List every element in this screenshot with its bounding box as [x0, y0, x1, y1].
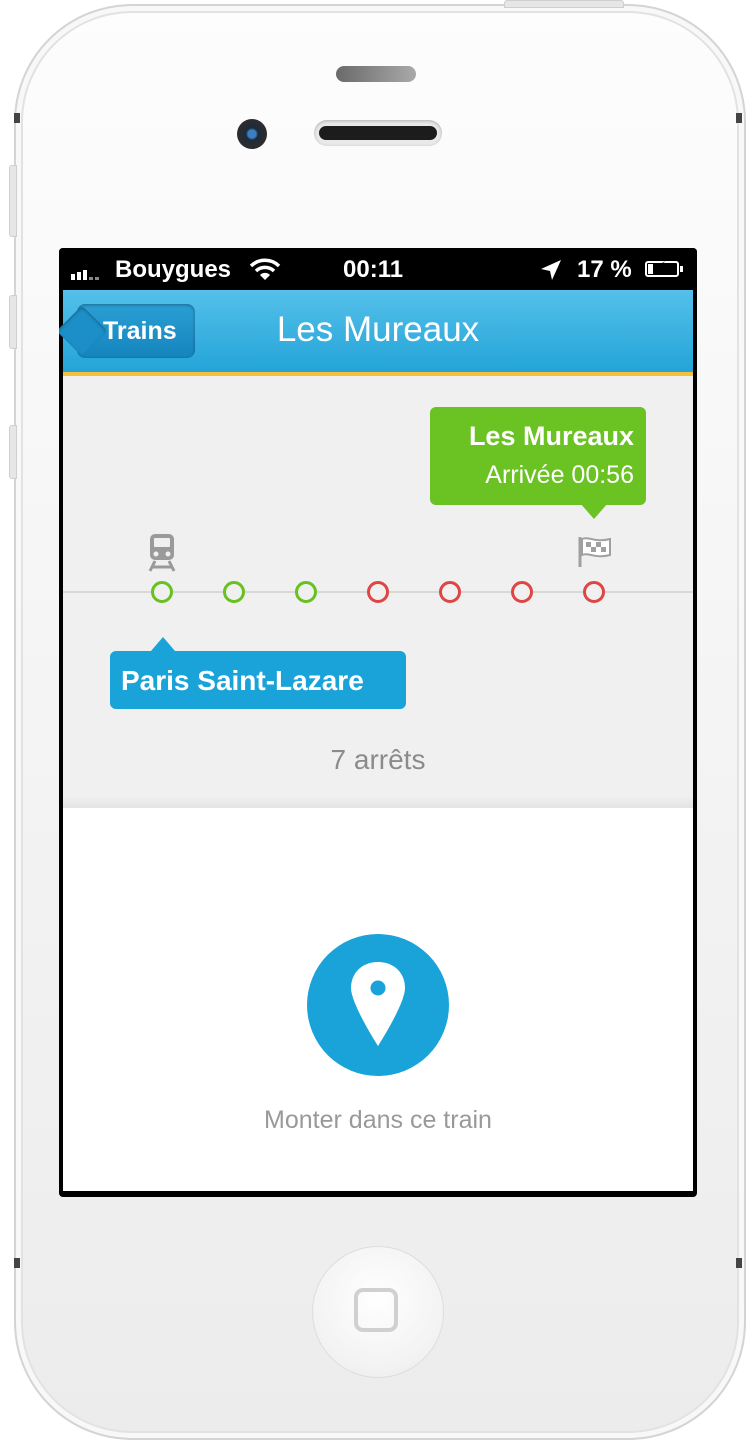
- front-camera: [237, 119, 267, 149]
- arrival-time: Arrivée 00:56: [485, 461, 634, 489]
- carrier-name: Bouygues: [115, 256, 232, 283]
- earpiece-speaker: [314, 120, 442, 146]
- power-button: [504, 0, 624, 8]
- board-train-label: Monter dans ce train: [264, 1106, 492, 1134]
- route-stop-5[interactable]: [439, 581, 461, 603]
- stops-count: 7 arrêts: [330, 744, 426, 775]
- destination-callout: Les Mureaux Arrivée 00:56: [430, 407, 646, 519]
- volume-up-button: [9, 295, 17, 349]
- finish-flag-icon: [578, 537, 611, 567]
- board-train-panel: Monter dans ce train: [63, 808, 693, 1191]
- journey-timeline: Les Mureaux Arrivée 00:56 Paris Saint-La…: [63, 376, 693, 808]
- antenna-band: [736, 113, 742, 123]
- navigation-bar: Trains Les Mureaux: [63, 290, 693, 376]
- route-stop-2[interactable]: [223, 581, 245, 603]
- battery-percent: 17 %: [577, 256, 632, 283]
- page-title: Les Mureaux: [276, 310, 480, 349]
- board-train-button[interactable]: [307, 934, 449, 1076]
- home-button[interactable]: [312, 1246, 444, 1378]
- antenna-band: [736, 1258, 742, 1268]
- destination-name: Les Mureaux: [468, 421, 634, 451]
- train-icon: [148, 534, 176, 572]
- map-pin-icon: [351, 962, 405, 1046]
- wifi-icon: [249, 258, 281, 280]
- location-arrow-icon: [541, 260, 561, 280]
- clock: 00:11: [343, 256, 404, 283]
- route-stop-3[interactable]: [295, 581, 317, 603]
- battery-charging-icon: ⚡: [645, 260, 683, 277]
- mute-switch: [9, 165, 17, 237]
- volume-down-button: [9, 425, 17, 479]
- proximity-sensor: [336, 66, 416, 82]
- signal-icon: [71, 270, 99, 280]
- antenna-band: [14, 1258, 20, 1268]
- route-stop-1[interactable]: [151, 581, 173, 603]
- route-stop-6[interactable]: [511, 581, 533, 603]
- status-bar: Bouygues 00:11 17 % ⚡: [59, 248, 697, 290]
- home-button-square-icon: [354, 1288, 398, 1332]
- route-stop-4[interactable]: [367, 581, 389, 603]
- origin-callout: Paris Saint-Lazare: [110, 637, 406, 709]
- origin-name: Paris Saint-Lazare: [121, 665, 364, 696]
- screen: Bouygues 00:11 17 % ⚡ Trains Les Mureaux…: [59, 248, 697, 1197]
- antenna-band: [14, 113, 20, 123]
- route-stop-7[interactable]: [583, 581, 605, 603]
